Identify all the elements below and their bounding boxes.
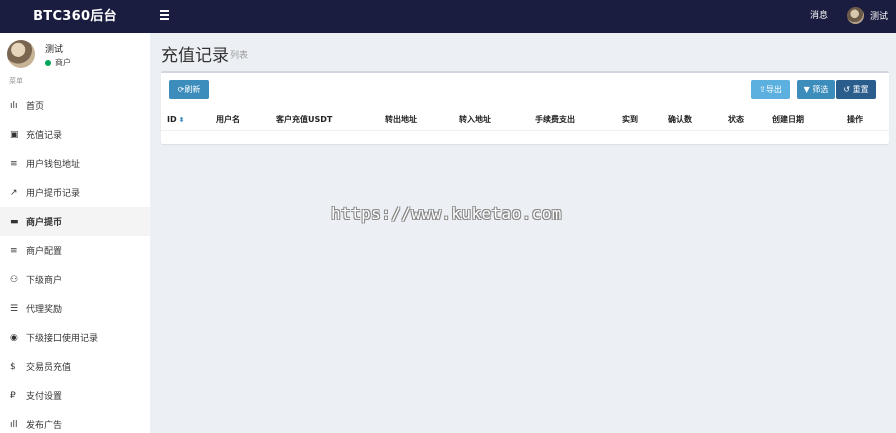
column-header-fee: 手续费支出 [535,115,575,124]
refresh-button[interactable]: ⟳刷新 [169,80,209,99]
sort-icon[interactable]: ⬍ [179,116,185,124]
document-icon: ▣ [10,129,19,140]
messages-link[interactable]: 消息 [810,0,828,33]
reset-button[interactable]: ↺ 重置 [836,80,876,99]
paypal-icon: ₽ [10,390,16,401]
column-header-id[interactable]: ID ⬍ [167,112,185,128]
page-title: 充值记录 [161,46,229,66]
signal-icon: ıll [10,419,18,430]
sidebar: 测试 商户 菜单 ılı 首页 ▣ 充值记录 ≡ 用户钱包地址 ↗ 用户提币记录 ▬ 商户提币 ≡ 商… [0,33,150,433]
main-content: 充值记录 列表 ⟳刷新 ⇪导出 ▼ 筛选 ↺ 重置 ID ⬍ 用户名 客户充值US… [150,33,896,433]
sidebar-menu: ılı 首页 ▣ 充值记录 ≡ 用户钱包地址 ↗ 用户提币记录 ▬ 商户提币 ≡ 商户配置 ⚇ 下级商户 ☰… [0,91,150,433]
sidebar-item-label: 商户配置 [26,247,63,257]
sidebar-toggle-icon[interactable] [160,10,169,20]
column-header-confirmations: 确认数 [668,115,692,124]
column-header-status: 状态 [728,115,744,124]
list-panel: ⟳刷新 ⇪导出 ▼ 筛选 ↺ 重置 ID ⬍ 用户名 客户充值USDT 转出地址 … [161,71,889,144]
menu-header: 菜单 [9,77,23,85]
list-icon: ≡ [10,158,18,169]
sidebar-item-7[interactable]: ☰ 代理奖励 [0,294,150,323]
user-status: 商户 [45,57,71,68]
avatar [7,40,35,68]
sidebar-item-3[interactable]: ↗ 用户提币记录 [0,178,150,207]
brand-logo[interactable]: BTC360后台 [0,0,150,33]
column-header-from-address: 转出地址 [385,115,417,124]
bar-chart-icon: ılı [10,100,18,111]
table-header: ID ⬍ 用户名 客户充值USDT 转出地址 转入地址 手续费支出 实到 确认数 … [161,112,889,131]
user-menu[interactable]: 测试 [847,7,888,24]
column-header-created-date: 创建日期 [772,115,804,124]
sidebar-item-label: 交易员充值 [26,363,72,373]
user-status-label: 商户 [55,58,71,67]
sidebar-item-9[interactable]: $ 交易员充值 [0,352,150,381]
sidebar-item-label: 充值记录 [26,131,63,141]
user-plus-icon: ⚇ [10,274,19,285]
sidebar-item-10[interactable]: ₽ 支付设置 [0,381,150,410]
online-dot-icon [45,59,51,66]
sidebar-item-11[interactable]: ıll 发布广告 [0,410,150,433]
sidebar-item-4[interactable]: ▬ 商户提币 [0,207,150,236]
sidebar-item-label: 下级商户 [26,276,63,286]
export-button[interactable]: ⇪导出 [751,80,790,99]
list-icon: ≡ [10,245,18,256]
user-panel: 测试 商户 [0,33,150,73]
list-alt-icon: ☰ [10,303,19,314]
user-panel-name: 测试 [45,45,64,55]
sidebar-item-label: 代理奖励 [26,305,63,315]
column-header-deposit-usdt: 客户充值USDT [276,115,333,124]
external-link-icon: ↗ [10,187,18,198]
column-header-to-address: 转入地址 [459,115,491,124]
filter-button[interactable]: ▼ 筛选 [797,80,835,99]
sidebar-item-label: 支付设置 [26,392,63,402]
sidebar-item-label: 用户钱包地址 [26,160,81,170]
sidebar-item-label: 商户提币 [26,218,63,228]
credit-card-icon: ▬ [10,216,19,227]
column-header-actions: 操作 [847,115,863,124]
user-menu-name: 测试 [870,12,889,22]
circle-arrow-icon: ◉ [10,332,18,343]
column-header-username: 用户名 [216,115,240,124]
sidebar-item-label: 发布广告 [26,421,63,431]
watermark: https://www.kuketao.com [331,204,562,223]
top-navbar: BTC360后台 消息 测试 [0,0,896,33]
sidebar-item-label: 首页 [26,102,45,112]
column-header-received: 实到 [622,115,638,124]
dollar-icon: $ [10,361,16,372]
sidebar-item-0[interactable]: ılı 首页 [0,91,150,120]
sidebar-item-1[interactable]: ▣ 充值记录 [0,120,150,149]
sidebar-item-2[interactable]: ≡ 用户钱包地址 [0,149,150,178]
sidebar-item-label: 用户提币记录 [26,189,81,199]
sidebar-item-5[interactable]: ≡ 商户配置 [0,236,150,265]
sidebar-item-label: 下级接口使用记录 [26,334,99,344]
sidebar-item-8[interactable]: ◉ 下级接口使用记录 [0,323,150,352]
sidebar-item-6[interactable]: ⚇ 下级商户 [0,265,150,294]
page-subtitle: 列表 [230,51,249,61]
avatar [847,7,864,24]
